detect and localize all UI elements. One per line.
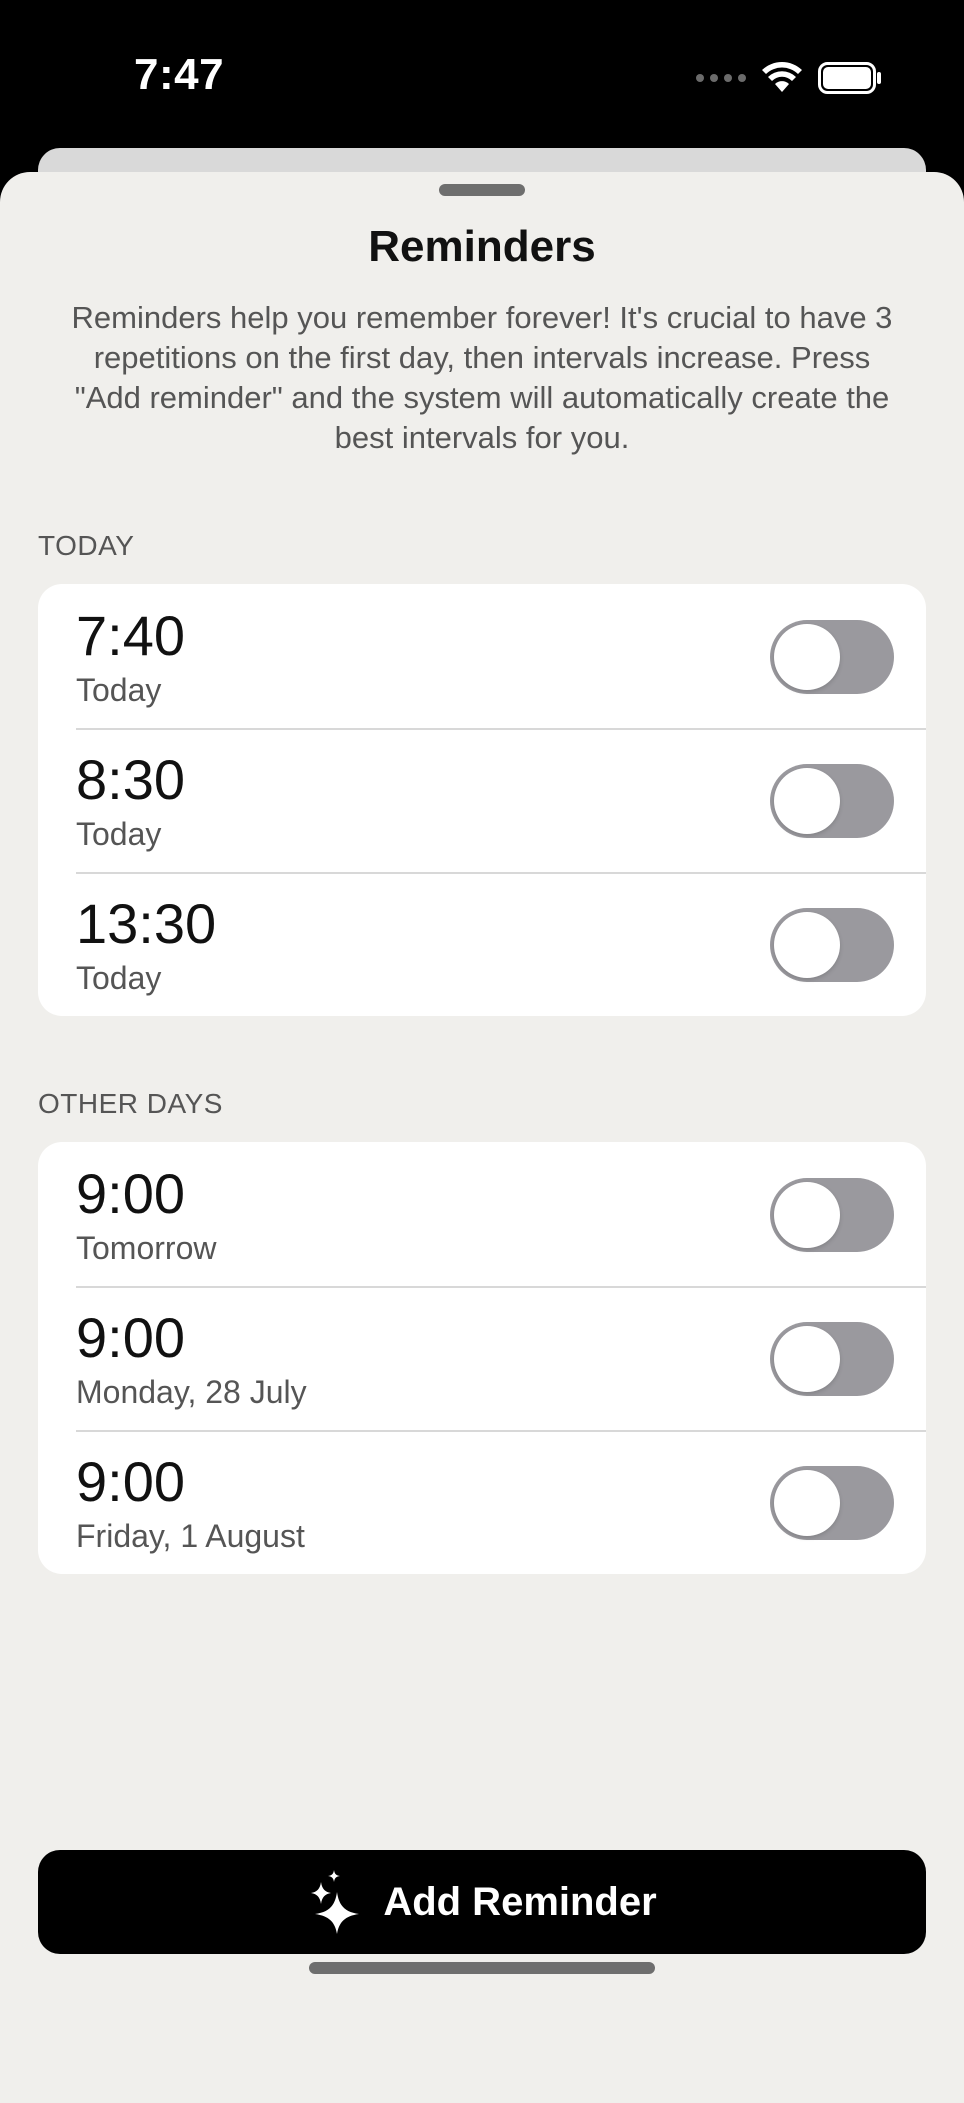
status-icons [696,58,882,98]
reminder-row: 9:00 Monday, 28 July [38,1286,926,1430]
reminder-toggle[interactable] [770,764,894,838]
reminders-sheet: Reminders Reminders help you remember fo… [0,172,964,2103]
sparkle-icon [307,1870,365,1934]
reminder-time: 8:30 [76,748,185,811]
reminder-row: 9:00 Friday, 1 August [38,1430,926,1574]
battery-icon [818,62,882,94]
home-indicator [309,1962,655,1974]
reminder-toggle[interactable] [770,1466,894,1540]
reminder-toggle[interactable] [770,1322,894,1396]
signal-dots-icon [696,74,746,82]
toggle-knob [774,624,840,690]
reminder-day: Today [76,816,162,852]
reminder-day: Tomorrow [76,1230,217,1266]
reminder-time: 9:00 [76,1450,185,1513]
reminder-day: Today [76,672,162,708]
reminder-time: 9:00 [76,1306,185,1369]
reminder-toggle[interactable] [770,908,894,982]
reminder-time: 13:30 [76,892,217,955]
add-reminder-button[interactable]: Add Reminder [38,1850,926,1954]
status-bar: 7:47 [0,0,964,150]
sheet-description: Reminders help you remember forever! It'… [71,300,893,455]
other-days-reminder-list: 9:00 Tomorrow 9:00 Monday, 28 July 9:00 … [38,1142,926,1574]
reminder-toggle[interactable] [770,620,894,694]
section-header-other-days: OTHER DAYS [38,1088,223,1119]
reminder-row: 13:30 Today [38,872,926,1016]
wifi-icon [762,62,802,94]
reminder-row: 8:30 Today [38,728,926,872]
sheet-title: Reminders [368,222,596,271]
reminder-day: Monday, 28 July [76,1374,307,1410]
toggle-knob [774,768,840,834]
reminder-toggle[interactable] [770,1178,894,1252]
toggle-knob [774,1182,840,1248]
toggle-knob [774,1326,840,1392]
reminder-row: 7:40 Today [38,584,926,728]
toggle-knob [774,1470,840,1536]
toggle-knob [774,912,840,978]
status-time: 7:47 [134,50,225,99]
reminder-time: 7:40 [76,604,185,667]
add-reminder-label: Add Reminder [383,1879,657,1924]
sheet-grabber[interactable] [439,184,525,196]
reminder-time: 9:00 [76,1162,185,1225]
reminder-row: 9:00 Tomorrow [38,1142,926,1286]
today-reminder-list: 7:40 Today 8:30 Today 13:30 Today [38,584,926,1016]
reminder-day: Friday, 1 August [76,1518,305,1554]
reminder-day: Today [76,960,162,996]
section-header-today: TODAY [38,530,135,561]
